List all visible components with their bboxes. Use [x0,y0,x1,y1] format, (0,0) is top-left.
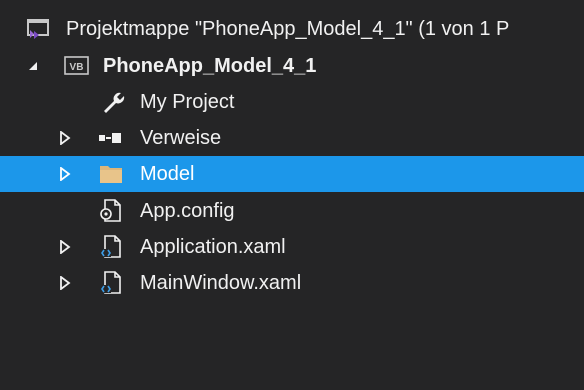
tree-item-model[interactable]: Model [0,156,584,192]
solution-icon [26,16,52,42]
tree-item-app-config[interactable]: App.config [0,193,584,229]
tree-item-label: Verweise [140,127,222,149]
xaml-file-icon [98,270,124,296]
tree-item-mainwindow-xaml[interactable]: MainWindow.xaml [0,265,584,301]
collapsed-arrow-icon[interactable] [58,276,72,290]
wrench-icon [100,89,126,115]
references-icon [97,125,123,151]
vb-project-icon: VB [64,53,90,79]
tree-item-label: Model [140,163,195,185]
tree-item-label: My Project [140,91,235,113]
tree-item-application-xaml[interactable]: Application.xaml [0,229,584,265]
tree-item-my-project[interactable]: My Project [0,84,584,120]
collapsed-arrow-icon[interactable] [58,240,72,254]
folder-icon [98,161,124,187]
tree-item-label: Application.xaml [140,236,286,258]
solution-node[interactable]: Projektmappe "PhoneApp_Model_4_1" (1 von… [0,11,584,47]
tree-item-label: App.config [140,200,235,222]
vb-badge-text: VB [70,62,84,73]
solution-explorer-panel: Projektmappe "PhoneApp_Model_4_1" (1 von… [0,0,584,390]
project-name: PhoneApp_Model_4_1 [103,55,317,77]
expanded-arrow-icon[interactable] [26,59,40,73]
config-file-icon [98,198,124,224]
project-node[interactable]: VB PhoneApp_Model_4_1 [0,48,584,84]
tree-item-verweise[interactable]: Verweise [0,120,584,156]
solution-title: Projektmappe "PhoneApp_Model_4_1" (1 von… [66,18,510,40]
collapsed-arrow-icon[interactable] [58,131,72,145]
tree-item-label: MainWindow.xaml [140,272,302,294]
collapsed-arrow-icon[interactable] [58,167,72,181]
xaml-file-icon [98,234,124,260]
